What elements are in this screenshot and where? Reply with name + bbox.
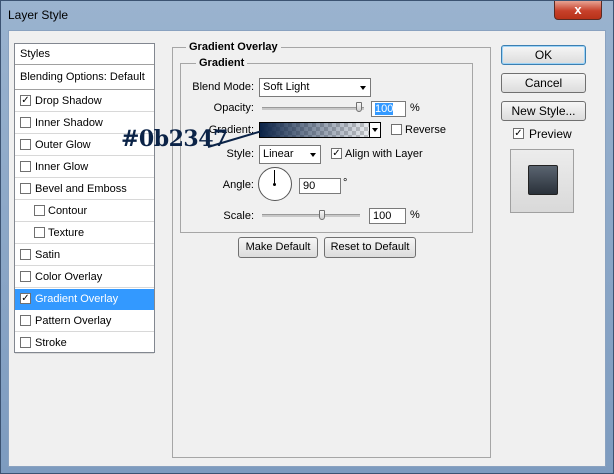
preview-label: Preview [529,127,572,141]
reverse-checkbox[interactable] [391,124,402,135]
styles-header[interactable]: Styles [15,44,154,65]
style-item-pattern-overlay[interactable]: Pattern Overlay [15,311,154,332]
style-item-satin[interactable]: Satin [15,245,154,266]
angle-center [273,183,276,186]
reverse-label: Reverse [405,124,446,136]
style-item-bevel-emboss[interactable]: Bevel and Emboss [15,179,154,200]
gradient-overlay-title: Gradient Overlay [186,41,281,53]
contour-checkbox[interactable] [34,205,45,216]
pattern-overlay-checkbox[interactable] [20,315,31,326]
annotation-pointer-line [207,130,263,148]
scale-unit: % [410,209,420,221]
drop-shadow-checkbox[interactable]: ✓ [20,95,31,106]
preview-thumbnail [510,149,574,213]
angle-label: Angle: [222,179,254,191]
color-overlay-checkbox[interactable] [20,271,31,282]
cancel-button[interactable]: Cancel [501,73,586,93]
align-with-layer-checkbox[interactable]: ✓ [331,148,342,159]
angle-input[interactable]: 90 [299,178,341,194]
satin-checkbox[interactable] [20,249,31,260]
gradient-overlay-checkbox[interactable]: ✓ [20,293,31,304]
style-item-stroke[interactable]: Stroke [15,333,154,354]
texture-checkbox[interactable] [34,227,45,238]
opacity-unit: % [410,102,420,114]
scale-input[interactable]: 100 [369,208,406,224]
scale-slider-track[interactable] [262,214,360,217]
outer-glow-checkbox[interactable] [20,139,31,150]
title-bar[interactable]: Layer Style x [1,1,613,29]
chevron-down-icon [310,153,316,157]
opacity-input[interactable]: 100 [371,101,406,117]
ok-button[interactable]: OK [501,45,586,65]
angle-dial[interactable] [258,167,292,201]
window-title: Layer Style [8,8,69,22]
style-item-color-overlay[interactable]: Color Overlay [15,267,154,288]
blend-mode-label: Blend Mode: [192,81,254,93]
opacity-slider-track[interactable] [262,107,364,110]
close-button[interactable]: x [554,1,602,20]
blending-options-item[interactable]: Blending Options: Default [15,66,154,90]
style-item-gradient-overlay[interactable]: ✓ Gradient Overlay [15,289,154,310]
opacity-slider-thumb[interactable] [356,102,362,112]
layer-style-window: Layer Style x Styles Blending Options: D… [0,0,614,474]
gradient-picker[interactable] [259,122,381,138]
preview-swatch [528,165,558,195]
opacity-label: Opacity: [213,102,254,114]
style-item-drop-shadow[interactable]: ✓ Drop Shadow [15,91,154,112]
inner-glow-checkbox[interactable] [20,161,31,172]
reset-to-default-button[interactable]: Reset to Default [324,237,416,258]
align-with-layer-label: Align with Layer [345,148,423,160]
styles-list: Styles Blending Options: Default ✓ Drop … [14,43,155,354]
angle-unit: ° [343,177,348,189]
style-item-texture[interactable]: Texture [15,223,154,244]
scale-label: Scale: [223,210,254,222]
inner-shadow-checkbox[interactable] [20,117,31,128]
style-item-contour[interactable]: Contour [15,201,154,222]
make-default-button[interactable]: Make Default [238,237,318,258]
scale-slider-thumb[interactable] [319,210,325,220]
gradient-subtitle: Gradient [196,57,248,69]
stroke-checkbox[interactable] [20,337,31,348]
preview-checkbox[interactable]: ✓ [513,128,524,139]
style-select[interactable]: Linear [259,145,321,164]
blend-mode-select[interactable]: Soft Light [259,78,371,97]
new-style-button[interactable]: New Style... [501,101,586,121]
bevel-emboss-checkbox[interactable] [20,183,31,194]
gradient-dropdown-arrow-icon[interactable] [369,123,380,137]
chevron-down-icon [360,86,366,90]
style-label: Style: [226,148,254,160]
style-item-inner-glow[interactable]: Inner Glow [15,157,154,178]
